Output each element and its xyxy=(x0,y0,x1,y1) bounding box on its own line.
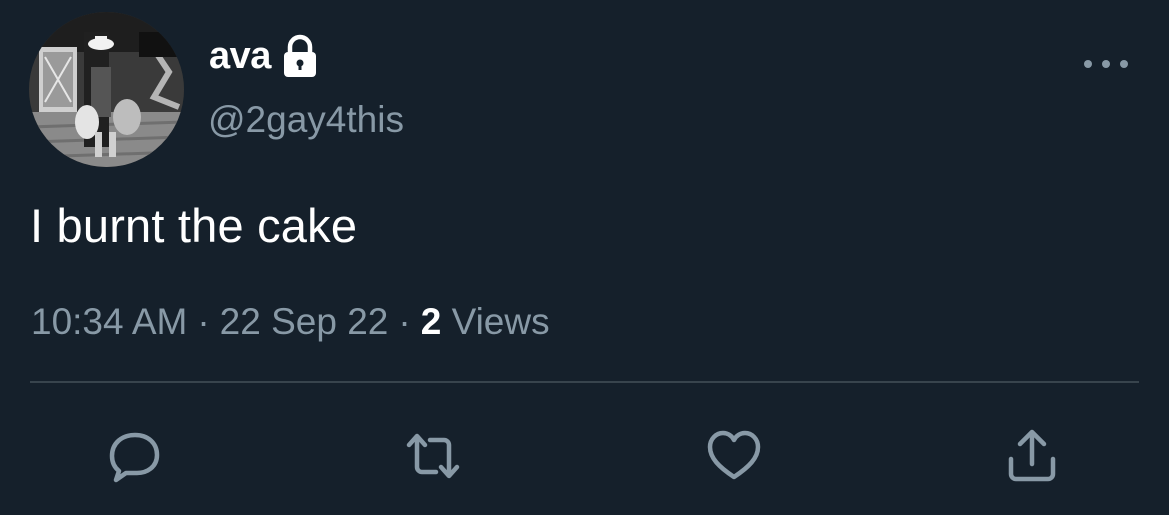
retweet-button[interactable] xyxy=(403,426,463,486)
retweet-icon xyxy=(406,433,460,479)
views-count[interactable]: 2 xyxy=(421,301,442,342)
meta-separator: · xyxy=(197,301,210,342)
more-dot xyxy=(1120,60,1128,68)
tweet-date[interactable]: 22 Sep 22 xyxy=(220,301,389,342)
views-label[interactable]: Views xyxy=(452,301,550,342)
lock-icon xyxy=(279,34,321,78)
reply-icon xyxy=(109,432,160,483)
avatar-photo xyxy=(29,12,184,167)
tweet-card: ava @2gay4this I burnt the cake 10:34 AM… xyxy=(0,0,1169,515)
meta-separator: · xyxy=(398,301,411,342)
heart-icon xyxy=(707,430,761,480)
display-name[interactable]: ava xyxy=(209,34,271,78)
tweet-time[interactable]: 10:34 AM xyxy=(31,301,187,342)
tweet-meta: 10:34 AM · 22 Sep 22 · 2 Views xyxy=(31,298,550,346)
more-horizontal-icon[interactable] xyxy=(1084,50,1128,78)
display-name-row[interactable]: ava xyxy=(209,34,321,78)
user-handle[interactable]: @2gay4this xyxy=(208,98,404,142)
divider xyxy=(30,381,1139,383)
share-icon xyxy=(1008,429,1056,482)
avatar[interactable] xyxy=(29,12,184,167)
more-dot xyxy=(1084,60,1092,68)
like-button[interactable] xyxy=(704,426,764,486)
reply-button[interactable] xyxy=(104,426,164,486)
share-button[interactable] xyxy=(1002,426,1062,486)
tweet-text: I burnt the cake xyxy=(30,199,358,252)
more-dot xyxy=(1102,60,1110,68)
